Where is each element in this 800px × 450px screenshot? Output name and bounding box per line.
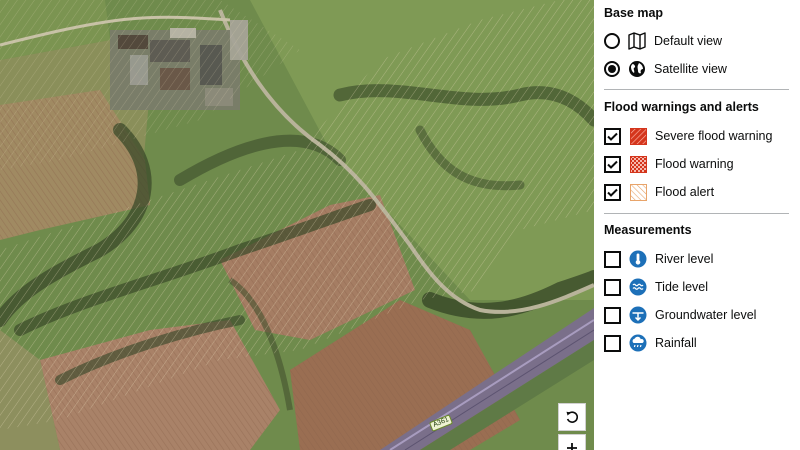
flood-warnings-heading: Flood warnings and alerts xyxy=(604,100,759,114)
flood-alert-key-icon xyxy=(629,183,647,201)
rainfall-option[interactable]: Rainfall xyxy=(604,334,697,352)
check-icon xyxy=(607,132,618,141)
flood-warning-label: Flood warning xyxy=(655,157,734,171)
divider xyxy=(604,213,789,214)
severe-flood-warning-checkbox[interactable] xyxy=(604,127,621,145)
default-view-option[interactable]: Default view xyxy=(604,32,722,50)
divider xyxy=(604,89,789,90)
severe-flood-warning-key-icon xyxy=(629,127,647,145)
severe-flood-warning-label: Severe flood warning xyxy=(655,129,773,143)
river-level-label: River level xyxy=(655,252,714,266)
flood-alert-label: Flood alert xyxy=(655,185,715,199)
tide-level-option[interactable]: Tide level xyxy=(604,278,708,296)
flood-warning-key-icon xyxy=(629,155,647,173)
severe-flood-warning-option[interactable]: Severe flood warning xyxy=(604,127,772,145)
zoom-in-button[interactable] xyxy=(558,434,586,450)
river-level-option[interactable]: River level xyxy=(604,250,713,268)
tide-level-icon xyxy=(629,278,647,296)
rainfall-icon xyxy=(629,334,647,352)
map-key-panel: Base map Default view Satellite view Flo… xyxy=(594,0,800,450)
satellite-map[interactable]: A361 xyxy=(0,0,594,450)
satellite-view-option[interactable]: Satellite view xyxy=(604,60,727,78)
default-view-label: Default view xyxy=(654,34,723,48)
globe-icon xyxy=(628,60,646,78)
flood-alert-checkbox[interactable] xyxy=(604,183,621,201)
reset-rotation-icon xyxy=(565,410,579,424)
flood-warning-option[interactable]: Flood warning xyxy=(604,155,734,173)
plus-icon xyxy=(565,441,579,450)
default-view-radio[interactable] xyxy=(604,33,620,49)
satellite-imagery xyxy=(0,0,594,450)
river-level-icon xyxy=(629,250,647,268)
groundwater-level-option[interactable]: Groundwater level xyxy=(604,306,756,324)
rainfall-checkbox[interactable] xyxy=(604,334,621,352)
groundwater-level-checkbox[interactable] xyxy=(604,306,621,324)
rainfall-label: Rainfall xyxy=(655,336,697,350)
groundwater-level-icon xyxy=(629,306,647,324)
groundwater-level-label: Groundwater level xyxy=(655,308,757,322)
satellite-view-label: Satellite view xyxy=(654,62,727,76)
check-icon xyxy=(607,188,618,197)
tide-level-label: Tide level xyxy=(655,280,709,294)
satellite-view-radio[interactable] xyxy=(604,61,620,77)
check-icon xyxy=(607,160,618,169)
flood-alert-option[interactable]: Flood alert xyxy=(604,183,714,201)
base-map-heading: Base map xyxy=(604,6,664,20)
folded-map-icon xyxy=(628,32,646,50)
reset-rotation-button[interactable] xyxy=(558,403,586,431)
tide-level-checkbox[interactable] xyxy=(604,278,621,296)
measurements-heading: Measurements xyxy=(604,223,692,237)
flood-warning-checkbox[interactable] xyxy=(604,155,621,173)
river-level-checkbox[interactable] xyxy=(604,250,621,268)
